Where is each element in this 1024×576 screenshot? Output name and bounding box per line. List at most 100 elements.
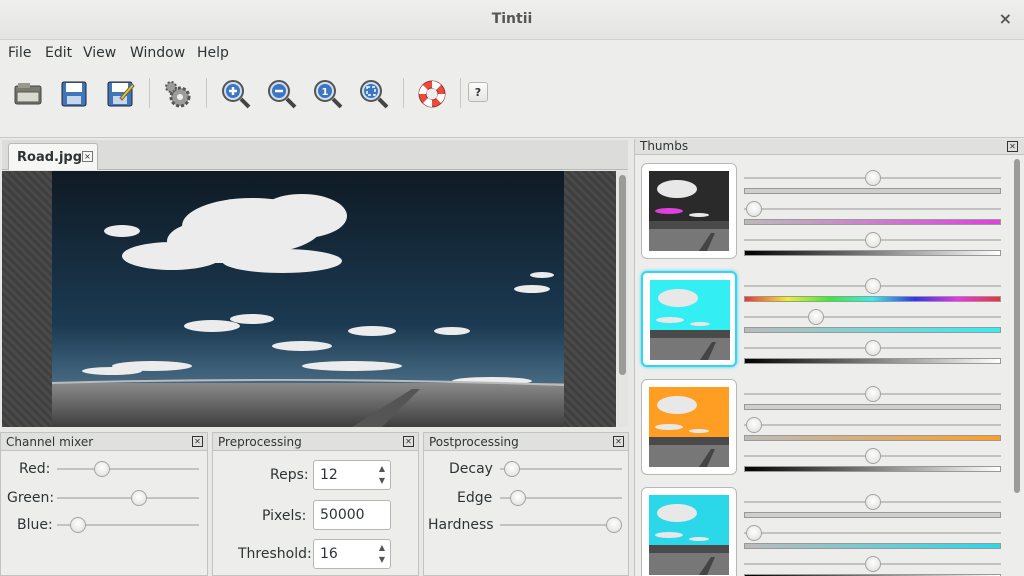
decay-slider[interactable] — [500, 461, 622, 477]
svg-text:1: 1 — [322, 87, 329, 98]
save-icon — [61, 81, 87, 107]
panel-header: Channel mixer ✕ — [1, 433, 207, 451]
zoom-in-button[interactable] — [218, 76, 254, 112]
slider-knob[interactable] — [864, 170, 881, 186]
panel-close-icon[interactable]: ✕ — [192, 436, 203, 447]
open-button[interactable] — [10, 76, 46, 112]
zoom-out-button[interactable] — [264, 76, 300, 112]
saturation-range-bar[interactable] — [744, 435, 1001, 441]
viewer-scrollbar[interactable] — [617, 171, 628, 427]
panel-close-icon[interactable]: ✕ — [613, 436, 624, 447]
saturation-range-bar[interactable] — [744, 327, 1001, 333]
thumbs-scrollbar[interactable] — [1011, 157, 1023, 576]
value-range-bar[interactable] — [744, 250, 1001, 256]
value-slider[interactable] — [744, 232, 1001, 248]
spin-arrows-icon[interactable]: ▲ ▼ — [376, 463, 388, 487]
value-slider[interactable] — [744, 556, 1001, 572]
menu-help[interactable]: Help — [197, 45, 229, 61]
settings-button[interactable] — [160, 76, 196, 112]
hue-range-bar[interactable] — [744, 512, 1001, 518]
value-slider[interactable] — [744, 340, 1001, 356]
hue-slider[interactable] — [744, 494, 1001, 510]
menu-file[interactable]: File — [8, 45, 31, 61]
slider-knob[interactable] — [510, 490, 527, 506]
saturation-slider[interactable] — [744, 417, 1001, 433]
channel-mixer-panel: Channel mixer ✕ Red: Green: Blue: — [0, 432, 208, 576]
hue-range-bar[interactable] — [744, 404, 1001, 410]
hue-range-bar[interactable] — [744, 188, 1001, 194]
saturation-slider[interactable] — [744, 525, 1001, 541]
reps-value: 12 — [320, 467, 338, 483]
hue-slider[interactable] — [744, 278, 1001, 294]
slider-knob[interactable] — [864, 232, 881, 248]
preprocessing-panel: Preprocessing ✕ Reps: 12 ▲ ▼ Pixels: 5000… — [212, 432, 419, 576]
blue-slider[interactable] — [57, 517, 199, 533]
thumb-card[interactable] — [641, 379, 737, 475]
slider-knob[interactable] — [864, 494, 881, 510]
panel-close-icon[interactable]: ✕ — [403, 436, 414, 447]
saturation-slider[interactable] — [744, 309, 1001, 325]
title-bar: Tintii × — [0, 0, 1024, 40]
panel-header: Thumbs ✕ — [635, 139, 1024, 155]
slider-knob[interactable] — [864, 278, 881, 294]
slider-knob[interactable] — [94, 461, 111, 477]
value-range-bar[interactable] — [744, 466, 1001, 472]
zoom-out-icon — [268, 80, 297, 109]
saturation-slider[interactable] — [744, 201, 1001, 217]
red-slider[interactable] — [57, 461, 199, 477]
slider-knob[interactable] — [70, 517, 87, 533]
panel-title: Preprocessing — [218, 435, 302, 449]
hue-slider[interactable] — [744, 386, 1001, 402]
slider-knob[interactable] — [864, 386, 881, 402]
slider-knob[interactable] — [746, 201, 763, 217]
slider-knob[interactable] — [864, 556, 881, 572]
postprocessing-panel: Postprocessing ✕ Decay Edge Hardness — [423, 432, 629, 576]
thumb-card[interactable] — [641, 163, 737, 259]
slider-knob[interactable] — [504, 461, 521, 477]
toolbar-separator — [460, 78, 461, 108]
slider-knob[interactable] — [864, 340, 881, 356]
scrollbar-thumb[interactable] — [1014, 159, 1020, 493]
slider-knob[interactable] — [746, 417, 763, 433]
save-as-button[interactable] — [102, 76, 138, 112]
menu-edit[interactable]: Edit — [45, 45, 72, 61]
tab-road-jpg[interactable]: Road.jpg × — [8, 143, 98, 170]
zoom-fit-button[interactable] — [356, 76, 392, 112]
pixels-field[interactable]: 50000 — [313, 500, 391, 530]
window-close-button[interactable]: × — [999, 9, 1012, 28]
edge-slider[interactable] — [500, 490, 622, 506]
image-viewer[interactable] — [2, 171, 616, 427]
blue-label: Blue: — [17, 517, 53, 533]
slider-knob[interactable] — [131, 490, 148, 506]
saturation-range-bar[interactable] — [744, 219, 1001, 225]
menu-view[interactable]: View — [83, 45, 116, 61]
slider-knob[interactable] — [746, 525, 763, 541]
open-icon — [14, 83, 42, 105]
help-contents-button[interactable] — [414, 76, 450, 112]
saturation-range-bar[interactable] — [744, 543, 1001, 549]
hue-slider[interactable] — [744, 170, 1001, 186]
thumbs-panel: Thumbs ✕ — [634, 139, 1024, 576]
zoom-actual-icon: 1 — [314, 80, 343, 109]
zoom-actual-button[interactable]: 1 — [310, 76, 346, 112]
hue-range-bar[interactable] — [744, 296, 1001, 302]
slider-knob[interactable] — [606, 517, 622, 533]
thumb-card[interactable] — [641, 487, 737, 576]
spin-arrows-icon[interactable]: ▲ ▼ — [376, 542, 388, 566]
green-slider[interactable] — [57, 490, 199, 506]
reps-spinbox[interactable]: 12 ▲ ▼ — [313, 460, 391, 490]
toolbar-separator — [206, 78, 207, 108]
panel-close-icon[interactable]: ✕ — [1007, 141, 1018, 152]
scrollbar-thumb[interactable] — [619, 175, 626, 375]
slider-knob[interactable] — [807, 309, 824, 325]
whats-this-button[interactable]: ? — [468, 82, 488, 102]
menu-window[interactable]: Window — [130, 45, 185, 61]
tab-close-icon[interactable]: × — [82, 151, 93, 162]
slider-knob[interactable] — [864, 448, 881, 464]
threshold-spinbox[interactable]: 16 ▲ ▼ — [313, 539, 391, 569]
thumb-card[interactable] — [641, 271, 737, 367]
value-slider[interactable] — [744, 448, 1001, 464]
save-button[interactable] — [56, 76, 92, 112]
value-range-bar[interactable] — [744, 358, 1001, 364]
hardness-slider[interactable] — [500, 517, 622, 533]
